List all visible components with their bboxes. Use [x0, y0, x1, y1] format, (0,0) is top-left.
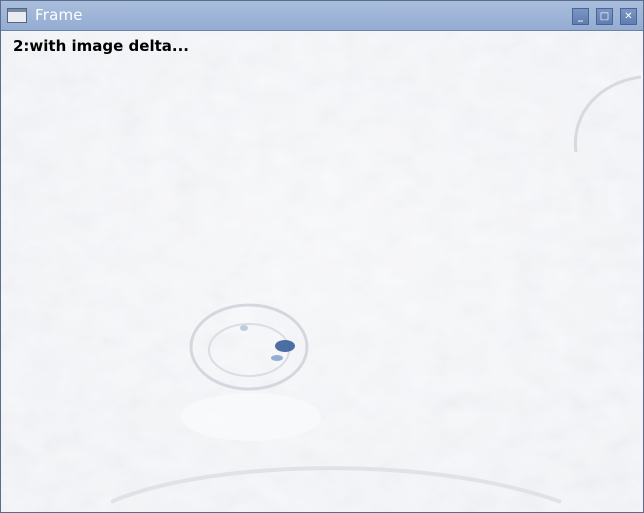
- motion-highlight-secondary: [271, 355, 283, 361]
- window-icon[interactable]: [7, 8, 27, 23]
- frame-image: [1, 32, 643, 512]
- motion-highlight-small: [240, 325, 248, 331]
- title-bar[interactable]: Frame _ □ ✕: [1, 1, 643, 31]
- app-window: Frame _ □ ✕ 2:with image delta...: [0, 0, 644, 513]
- bright-patch: [181, 393, 321, 441]
- close-button[interactable]: ✕: [620, 8, 637, 25]
- minimize-button[interactable]: _: [572, 8, 589, 25]
- frame-vignette: [1, 32, 643, 512]
- frame-overlay-text: 2:with image delta...: [13, 37, 189, 55]
- window-title: Frame: [35, 6, 83, 24]
- video-frame: 2:with image delta...: [1, 32, 643, 512]
- maximize-button[interactable]: □: [596, 8, 613, 25]
- motion-highlight: [275, 340, 295, 352]
